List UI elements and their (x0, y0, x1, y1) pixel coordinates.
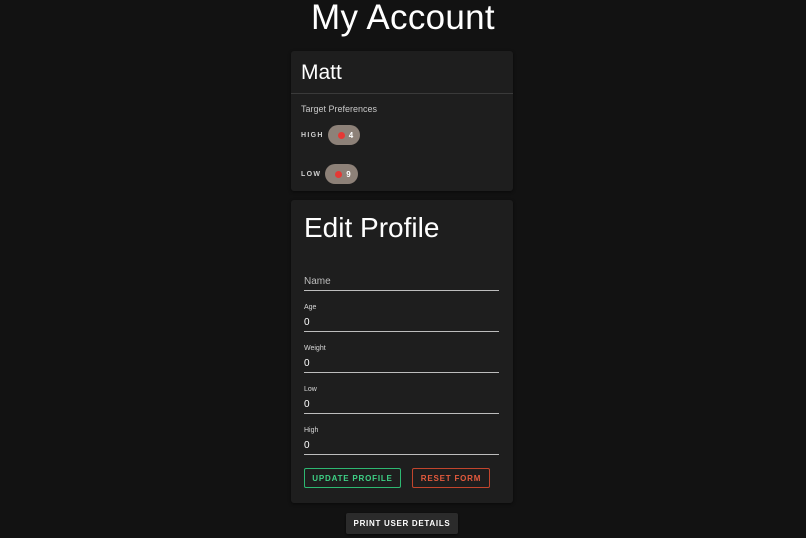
weight-value: 0 (304, 358, 310, 369)
low-field-value: 0 (304, 399, 310, 410)
card-divider (291, 93, 513, 94)
low-field-label: Low (304, 386, 317, 393)
high-field[interactable]: High 0 (304, 427, 499, 455)
high-preference-row: HIGH 4 (301, 125, 361, 145)
high-field-label: High (304, 427, 319, 434)
age-label: Age (304, 304, 317, 311)
low-preference-row: LOW 9 (301, 164, 358, 184)
age-value: 0 (304, 317, 310, 328)
high-value-chip[interactable]: 4 (327, 125, 361, 145)
red-dot-icon (335, 170, 343, 178)
high-value: 4 (348, 130, 354, 140)
edit-profile-title: Edit Profile (304, 212, 440, 243)
high-field-value: 0 (304, 440, 310, 451)
low-value: 9 (346, 169, 351, 179)
age-field[interactable]: Age 0 (304, 304, 499, 332)
user-card: Matt Target Preferences HIGH 4 LOW 9 (291, 51, 513, 191)
page-title: My Account (311, 0, 495, 37)
name-field[interactable]: Name (304, 270, 499, 291)
weight-label: Weight (304, 345, 326, 352)
user-name: Matt (301, 61, 342, 84)
weight-field[interactable]: Weight 0 (304, 345, 499, 373)
edit-profile-card: Edit Profile Name Age 0 Weight 0 Low 0 H… (291, 200, 513, 503)
high-label: HIGH (301, 131, 324, 139)
low-value-chip[interactable]: 9 (325, 164, 358, 184)
name-placeholder: Name (304, 276, 331, 287)
low-field[interactable]: Low 0 (304, 386, 499, 414)
low-label: LOW (301, 170, 322, 178)
red-dot-icon (337, 131, 345, 139)
target-preferences-label: Target Preferences (301, 104, 378, 114)
reset-form-button[interactable]: RESET FORM (412, 468, 490, 488)
print-user-details-button[interactable]: PRINT USER DETAILS (346, 513, 458, 534)
account-page: My Account Matt Target Preferences HIGH … (0, 0, 806, 538)
update-profile-button[interactable]: UPDATE PROFILE (304, 468, 401, 488)
